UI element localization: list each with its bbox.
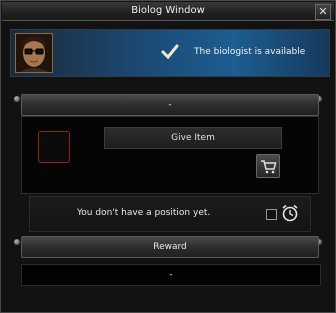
- rivet: [14, 239, 20, 245]
- biolog-window: Biolog Window ✕ The biologist is availab…: [0, 0, 336, 313]
- alarm-clock-icon[interactable]: [280, 203, 300, 223]
- shopping-cart-icon: [261, 160, 277, 174]
- rivet: [14, 96, 20, 102]
- item-slot[interactable]: [38, 131, 70, 163]
- window-title: Biolog Window: [131, 5, 205, 16]
- checkmark-icon: [161, 43, 179, 61]
- close-button[interactable]: ✕: [315, 4, 331, 20]
- reward-value: -: [21, 264, 321, 286]
- shopping-cart-button[interactable]: [256, 154, 280, 178]
- title-bar[interactable]: Biolog Window ✕: [2, 2, 334, 21]
- task-header-bar: -: [21, 94, 319, 116]
- give-item-button[interactable]: Give Item: [104, 127, 282, 149]
- biologist-banner: The biologist is available: [10, 29, 330, 77]
- position-status-row: You don't have a position yet.: [29, 196, 311, 232]
- availability-status-text: The biologist is available: [194, 47, 306, 57]
- reward-header-bar: Reward: [21, 236, 319, 258]
- biologist-portrait: [15, 33, 53, 73]
- notify-checkbox[interactable]: [266, 209, 277, 220]
- position-status-text: You don't have a position yet.: [77, 208, 211, 218]
